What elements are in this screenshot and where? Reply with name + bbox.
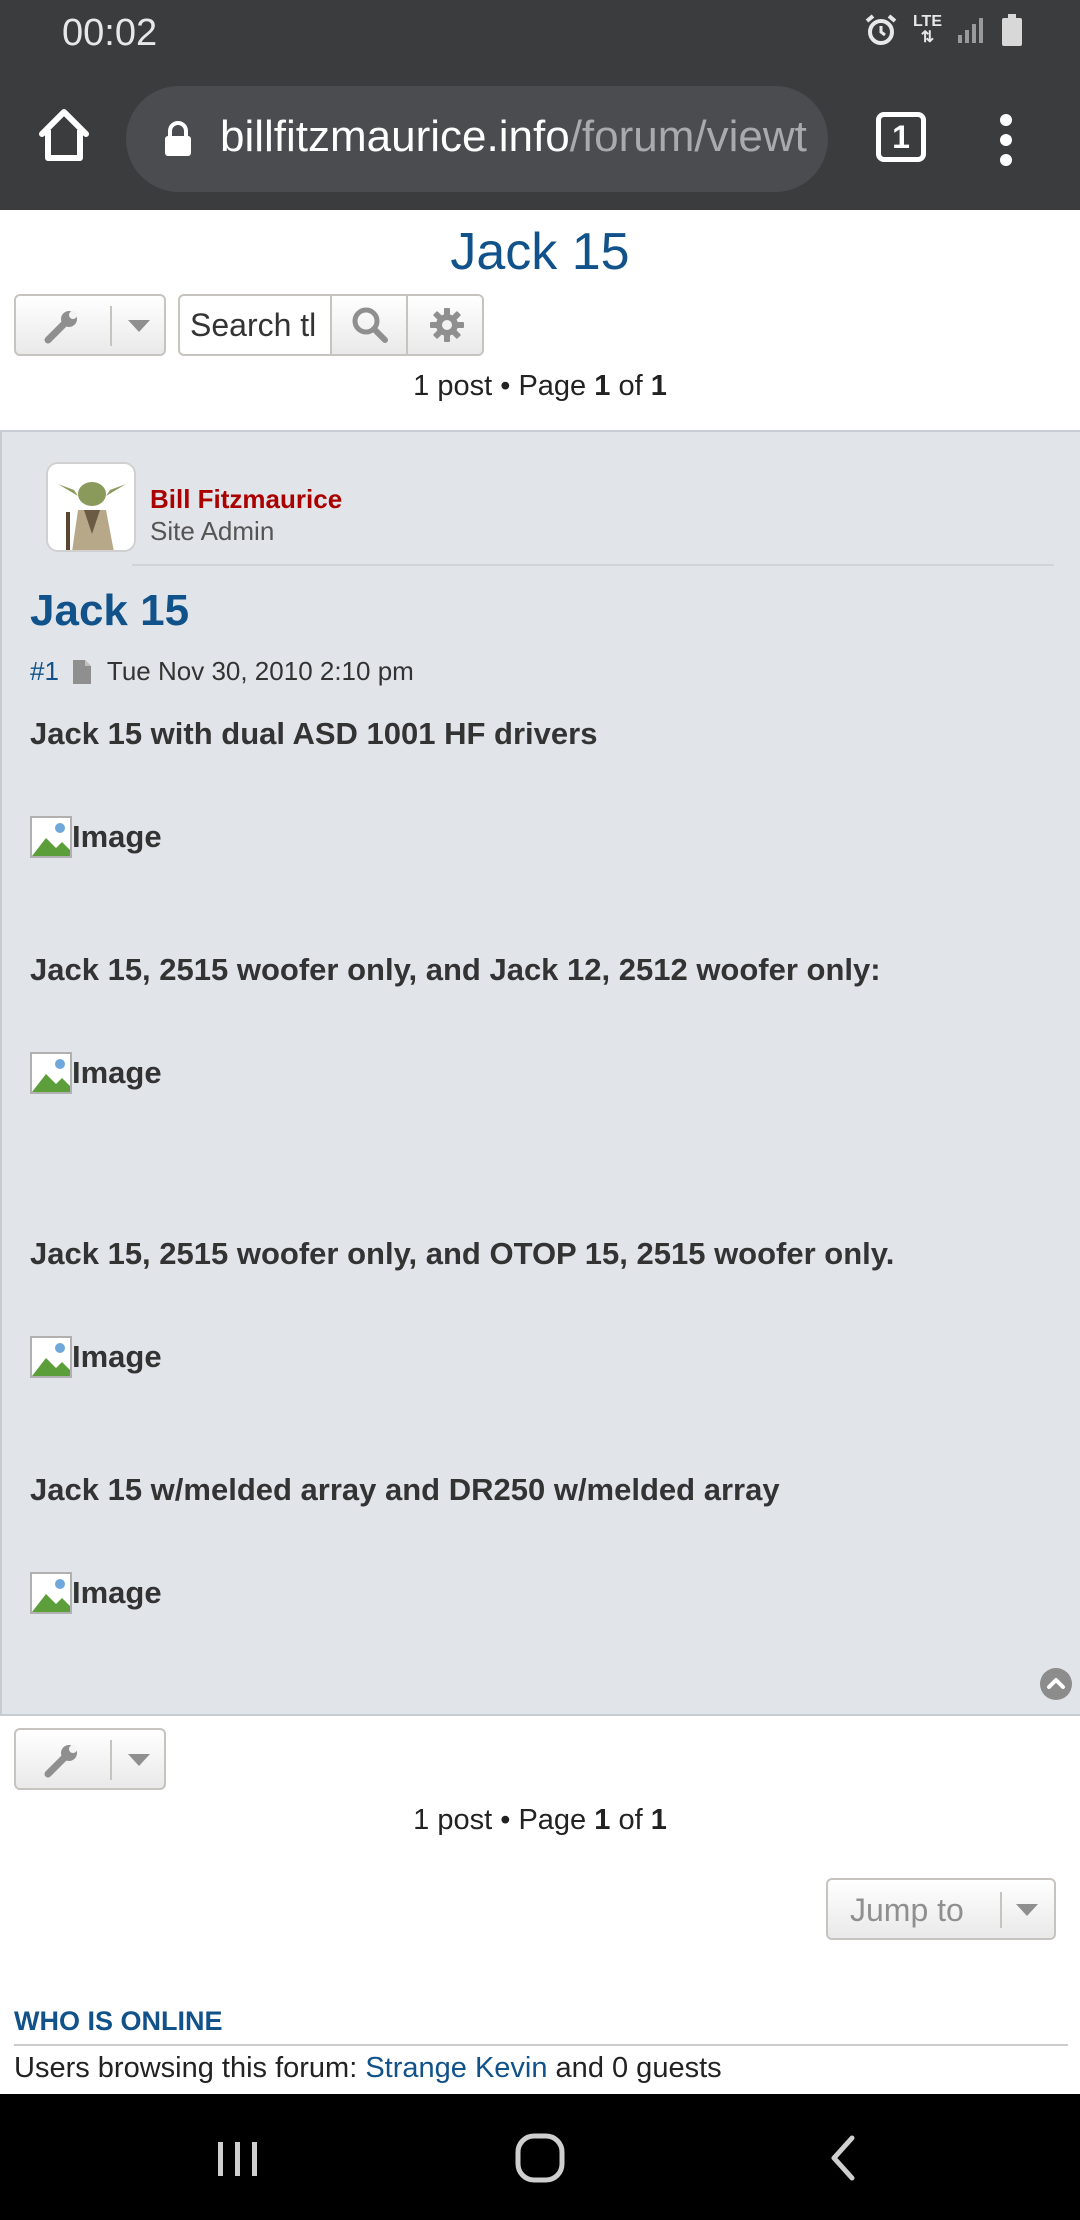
current-page: 1 [594,1804,611,1836]
broken-image: Image [30,1572,162,1614]
home-icon [39,109,89,161]
topic-tools-button-bottom[interactable] [14,1728,166,1790]
post-file-icon [72,659,91,684]
address-bar[interactable]: billfitzmaurice.info/forum/viewt [126,86,828,192]
online-user-link[interactable]: Strange Kevin [365,2052,547,2084]
network-type-icon: LTE ⇅ [912,13,942,46]
who-is-online-heading[interactable]: WHO IS ONLINE [14,2006,223,2037]
jump-to-button[interactable]: Jump to [826,1878,1056,1940]
browser-toolbar: billfitzmaurice.info/forum/viewt 1 [0,68,1080,210]
post-count: 1 post [413,1804,493,1836]
back-to-top-button[interactable] [1040,1668,1072,1700]
topic-title[interactable]: Jack 15 [0,222,1080,282]
broken-image: Image [30,816,162,858]
image-alt-text: Image [72,1575,162,1610]
image-alt-text: Image [72,1055,162,1090]
current-page: 1 [594,370,611,402]
signal-icon [958,18,983,43]
divider [132,564,1054,566]
avatar-image [48,464,134,550]
search-icon [352,307,388,343]
network-type-label: LTE [912,13,942,30]
broken-image-icon [30,1336,72,1378]
post: Bill Fitzmaurice Site Admin Jack 15 #1 T… [0,430,1080,1716]
advanced-search-button[interactable] [406,296,482,354]
gear-icon [430,308,464,342]
status-time: 00:02 [62,12,158,54]
post-date: Tue Nov 30, 2010 2:10 pm [106,656,414,686]
pagination-top: 1 post • Page 1 of 1 [413,370,667,402]
topic-tools-button[interactable] [14,294,166,356]
wrench-icon [44,1745,77,1778]
post-text-line: Jack 15 w/melded array and DR250 w/melde… [30,1472,780,1507]
browser-menu-button[interactable] [996,110,1016,170]
search-input[interactable] [180,296,330,354]
tab-switcher-button[interactable]: 1 [876,112,926,162]
search-button[interactable] [330,296,406,354]
home-button[interactable] [36,106,92,166]
broken-image-icon [30,1572,72,1614]
post-text-line: Jack 15 with dual ASD 1001 HF drivers [30,716,598,751]
broken-image-icon [30,816,72,858]
topic-search [178,294,484,356]
home-nav-button[interactable] [510,2128,570,2188]
avatar[interactable] [46,462,136,552]
lock-icon [165,121,191,156]
status-icons: LTE ⇅ [863,12,1024,48]
system-navigation-bar [0,2094,1080,2220]
back-nav-button[interactable] [816,2128,876,2188]
online-users-text: Users browsing this forum: Strange Kevin… [14,2052,722,2084]
recent-apps-button[interactable] [208,2128,268,2188]
chevron-down-icon [128,320,150,332]
author-name[interactable]: Bill Fitzmaurice [150,484,342,515]
image-alt-text: Image [72,1339,162,1374]
url-path: /forum/viewt [569,112,807,161]
post-text-line: Jack 15, 2515 woofer only, and OTOP 15, … [30,1236,895,1271]
jump-to-label: Jump to [850,1892,964,1928]
total-pages: 1 [650,1804,667,1836]
page-content: Jack 15 Search tl 1 post • Page 1 of 1 B… [0,210,1080,2094]
author-rank: Site Admin [150,516,275,546]
broken-image: Image [30,1336,162,1378]
more-vert-icon [1000,114,1012,166]
divider [14,2044,1068,2046]
status-bar: 00:02 LTE ⇅ [0,0,1080,68]
post-text-line: Jack 15, 2515 woofer only, and Jack 12, … [30,952,881,987]
wrench-icon [44,311,77,344]
chevron-down-icon [1016,1904,1038,1916]
url-text: billfitzmaurice.info/forum/viewt [220,112,810,162]
pagination-bottom: 1 post • Page 1 of 1 [413,1804,667,1836]
post-title[interactable]: Jack 15 [30,586,189,636]
post-number-link[interactable]: #1 [30,656,59,687]
image-alt-text: Image [72,819,162,854]
broken-image-icon [30,1052,72,1094]
chevron-up-icon [1047,1678,1065,1689]
broken-image: Image [30,1052,162,1094]
total-pages: 1 [650,370,667,402]
chevron-down-icon [128,1754,150,1766]
tab-count: 1 [892,119,910,155]
alarm-icon [865,14,897,45]
post-count: 1 post [413,370,493,402]
post-meta: #1 Tue Nov 30, 2010 2:10 pm [30,656,414,687]
url-host: billfitzmaurice.info [220,112,570,161]
battery-icon [1002,14,1022,46]
